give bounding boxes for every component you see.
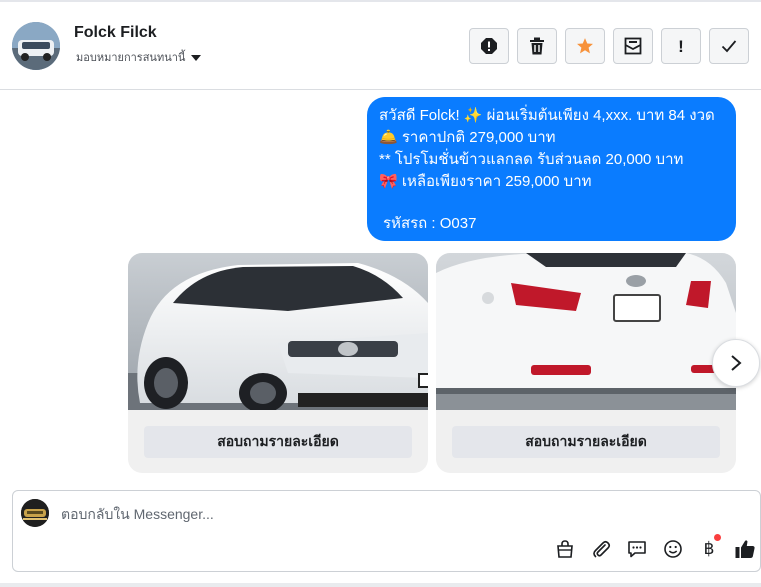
message-line: ** โปรโมชั่นข้าวแลกลด รับส่วนลด 20,000 บ… — [379, 151, 684, 168]
car-rear-photo[interactable] — [436, 253, 736, 410]
follow-up-button[interactable]: ! — [661, 28, 701, 64]
mark-unread-button[interactable] — [613, 28, 653, 64]
spam-alert-button[interactable] — [469, 28, 509, 64]
contact-avatar[interactable] — [12, 22, 60, 70]
reply-input[interactable] — [61, 503, 661, 525]
product-card: สอบถามรายละเอียด — [128, 253, 428, 473]
chat-bubble-icon — [628, 541, 646, 558]
star-icon — [577, 38, 593, 54]
bottom-divider — [0, 583, 761, 587]
header-actions: ! — [469, 28, 749, 64]
car-front-photo[interactable] — [128, 253, 428, 410]
message-line: 🎀 เหลือเพียงราคา 259,000 บาท — [379, 173, 592, 190]
like-button[interactable] — [733, 537, 757, 561]
shopping-bag-icon — [557, 540, 573, 558]
assign-conversation-dropdown[interactable]: มอบหมายการสนทนานี้ — [76, 48, 202, 66]
message-line: สวัสดี Folck! ✨ ผ่อนเริ่มต้นเพียง 4,xxx.… — [379, 107, 715, 124]
trash-icon — [530, 37, 544, 55]
ask-details-button[interactable]: สอบถามรายละเอียด — [144, 426, 412, 458]
chevron-right-icon — [731, 355, 742, 371]
mark-unread-icon — [624, 37, 642, 55]
baht-icon: ฿ — [703, 539, 715, 559]
car-code: รหัสรถ : O037 — [383, 215, 477, 232]
shop-button[interactable] — [553, 537, 577, 561]
spam-alert-icon — [481, 38, 497, 54]
check-icon — [721, 40, 737, 53]
mark-done-button[interactable] — [709, 28, 749, 64]
message-line: 🛎️ ราคาปกติ 279,000 บาท — [379, 129, 556, 146]
delete-button[interactable] — [517, 28, 557, 64]
caret-down-icon — [191, 54, 202, 61]
attach-button[interactable] — [589, 537, 613, 561]
thumbs-up-icon — [735, 540, 755, 558]
paperclip-icon — [593, 540, 611, 558]
product-card: สอบถามรายละเอียด — [436, 253, 736, 473]
payment-button[interactable]: ฿ — [697, 534, 721, 561]
notification-dot — [714, 534, 721, 541]
smiley-icon — [664, 540, 682, 558]
assign-label: มอบหมายการสนทนานี้ — [76, 52, 186, 64]
follow-up-icon: ! — [678, 36, 684, 56]
composer-toolbar: ฿ — [553, 534, 757, 561]
carousel-next-button[interactable] — [712, 339, 760, 387]
ask-details-button[interactable]: สอบถามรายละเอียด — [452, 426, 720, 458]
star-button[interactable] — [565, 28, 605, 64]
reply-composer: ฿ — [12, 490, 761, 572]
conversation-header: Folck Filck มอบหมายการสนทนานี้ ! — [0, 2, 761, 90]
message-bubble: สวัสดี Folck! ✨ ผ่อนเริ่มต้นเพียง 4,xxx.… — [367, 97, 736, 241]
saved-replies-button[interactable] — [625, 537, 649, 561]
contact-name: Folck Filck — [74, 24, 157, 41]
emoji-button[interactable] — [661, 537, 685, 561]
page-avatar — [21, 499, 49, 527]
